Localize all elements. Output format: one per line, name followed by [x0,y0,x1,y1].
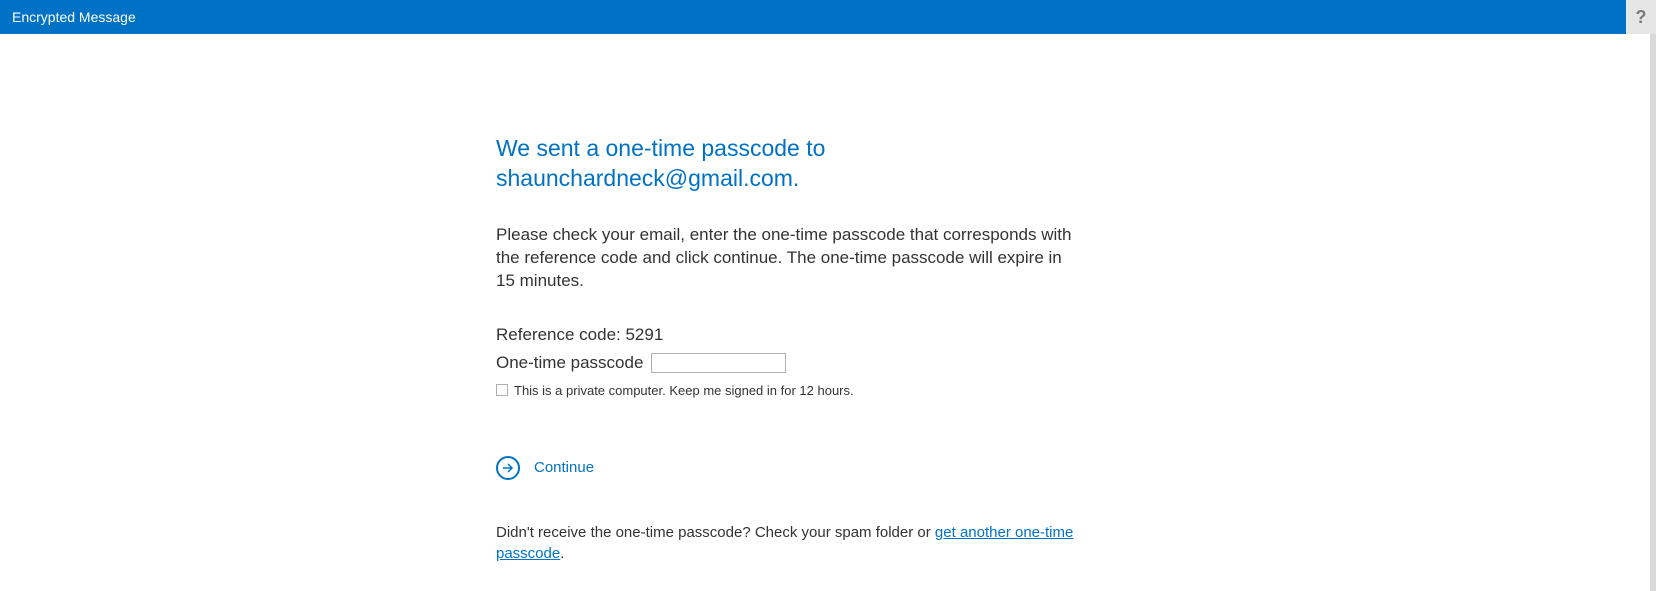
passcode-label: One-time passcode [496,353,643,373]
passcode-sent-heading: We sent a one-time passcode to shaunchar… [496,134,1076,194]
vertical-scrollbar[interactable] [1650,34,1656,591]
continue-button[interactable]: Continue [496,456,1076,480]
page-title: Encrypted Message [12,9,136,25]
arrow-right-icon [496,456,520,480]
passcode-row: One-time passcode [496,353,1076,373]
reference-code-label: Reference code: 5291 [496,325,1076,345]
passcode-input[interactable] [651,353,786,373]
continue-label: Continue [534,459,594,476]
main-content: We sent a one-time passcode to shaunchar… [496,34,1076,564]
footer-suffix: . [560,545,564,562]
footer-prefix: Didn't receive the one-time passcode? Ch… [496,524,935,541]
footer-text: Didn't receive the one-time passcode? Ch… [496,522,1076,564]
private-computer-row: This is a private computer. Keep me sign… [496,383,1076,398]
instructions-text: Please check your email, enter the one-t… [496,224,1076,293]
header-bar: Encrypted Message ? [0,0,1656,34]
private-computer-checkbox[interactable] [496,384,508,396]
private-computer-label: This is a private computer. Keep me sign… [514,383,854,398]
help-button[interactable]: ? [1626,0,1656,34]
help-icon: ? [1636,7,1647,28]
